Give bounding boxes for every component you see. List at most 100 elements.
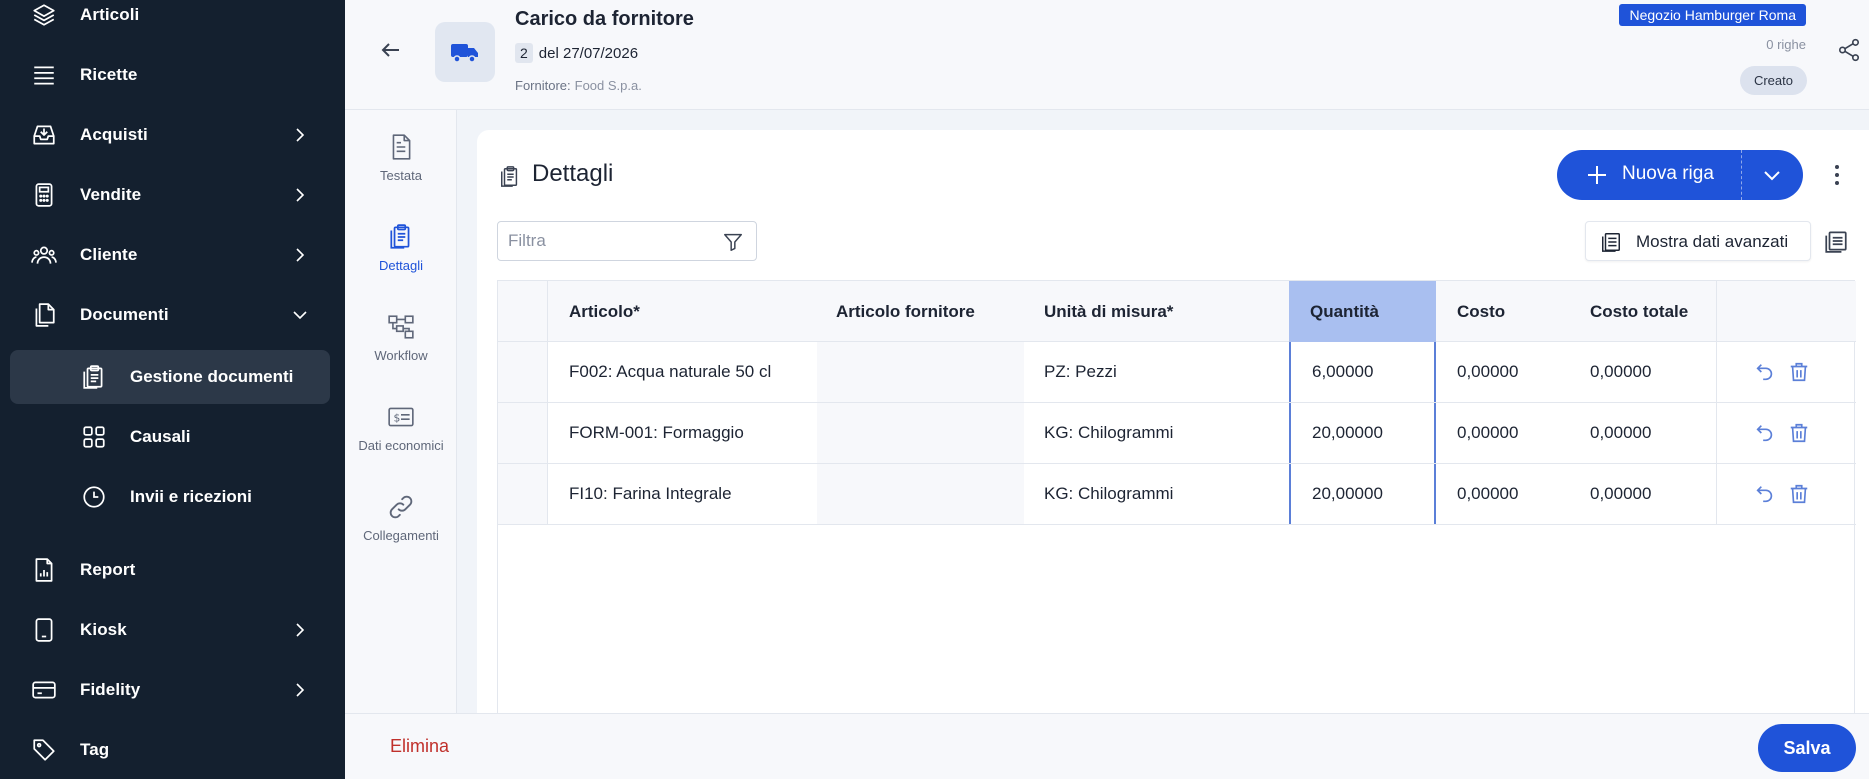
tab-dati-economici[interactable]: $ Dati economici xyxy=(345,380,457,460)
undo-icon[interactable] xyxy=(1752,420,1778,446)
details-table: Articolo* Articolo fornitore Unità di mi… xyxy=(497,280,1856,713)
sidebar-subitem-gestione-documenti[interactable]: Gestione documenti xyxy=(10,350,330,404)
share-icon[interactable] xyxy=(1835,36,1863,64)
table-header: Articolo* Articolo fornitore Unità di mi… xyxy=(498,281,1856,342)
footer-bar: Elimina Salva xyxy=(345,713,1869,779)
cell-costo-totale[interactable]: 0,00000 xyxy=(1569,342,1717,402)
table-row[interactable]: FORM-001: Formaggio KG: Chilogrammi 20,0… xyxy=(498,403,1856,464)
workflow-icon xyxy=(386,312,416,342)
new-row-split-button: Nuova riga xyxy=(1557,150,1803,200)
chevron-down-icon xyxy=(1764,171,1780,181)
sidebar-item-label: Acquisti xyxy=(80,125,148,144)
status-badge: Creato xyxy=(1739,66,1807,95)
cell-articolo-fornitore[interactable] xyxy=(817,403,1024,463)
document-number-badge: 2 xyxy=(515,43,533,63)
sidebar-subitem-label: Gestione documenti xyxy=(130,367,294,386)
document-header: Carico da fornitore 2 del 27/07/2026 For… xyxy=(345,0,1869,110)
column-header-articolo-fornitore[interactable]: Articolo fornitore xyxy=(815,281,1023,342)
row-selector[interactable] xyxy=(498,342,548,402)
svg-text:$: $ xyxy=(393,411,400,424)
table-row[interactable]: FI10: Farina Integrale KG: Chilogrammi 2… xyxy=(498,464,1856,525)
tab-workflow[interactable]: Workflow xyxy=(345,290,457,370)
tab-dettagli[interactable]: Dettagli xyxy=(345,200,457,280)
sidebar-item-label: Ricette xyxy=(80,65,138,84)
cell-costo[interactable]: 0,00000 xyxy=(1436,464,1569,524)
cell-articolo[interactable]: FORM-001: Formaggio xyxy=(548,403,818,463)
tag-icon xyxy=(30,736,58,764)
cell-quantita[interactable]: 20,00000 xyxy=(1289,464,1436,524)
sidebar-item-fidelity[interactable]: Fidelity xyxy=(0,663,345,717)
sidebar-item-documenti[interactable]: Documenti xyxy=(0,288,345,342)
tab-label: Workflow xyxy=(374,348,428,363)
card-icon xyxy=(30,676,58,704)
layers-icon xyxy=(30,1,58,29)
section-title: Dettagli xyxy=(532,160,614,187)
sidebar-subitem-causali[interactable]: Causali xyxy=(10,410,330,464)
sidebar-subitem-label: Causali xyxy=(130,427,191,446)
cell-articolo-fornitore[interactable] xyxy=(817,342,1024,402)
trash-icon[interactable] xyxy=(1786,481,1812,507)
cell-costo-totale[interactable]: 0,00000 xyxy=(1569,403,1717,463)
users-icon xyxy=(30,241,58,269)
sidebar-item-articoli[interactable]: Articoli xyxy=(0,0,345,42)
cell-unita-misura[interactable]: KG: Chilogrammi xyxy=(1023,403,1289,463)
report-icon xyxy=(30,556,58,584)
cell-unita-misura[interactable]: KG: Chilogrammi xyxy=(1023,464,1289,524)
cell-costo-totale[interactable]: 0,00000 xyxy=(1569,464,1717,524)
cell-quantita[interactable]: 20,00000 xyxy=(1289,403,1436,463)
row-selector-header[interactable] xyxy=(498,281,548,342)
more-options-icon[interactable] xyxy=(1825,161,1849,189)
documents-icon xyxy=(30,301,58,329)
column-header-unita-misura[interactable]: Unità di misura* xyxy=(1023,281,1289,342)
sidebar-item-acquisti[interactable]: Acquisti xyxy=(0,108,345,162)
truck-icon xyxy=(435,22,495,82)
tab-testata[interactable]: Testata xyxy=(345,110,457,190)
sidebar-item-ricette[interactable]: Ricette xyxy=(0,48,345,102)
row-selector[interactable] xyxy=(498,464,548,524)
tab-collegamenti[interactable]: Collegamenti xyxy=(345,470,457,550)
table-row[interactable]: F002: Acqua naturale 50 cl PZ: Pezzi 6,0… xyxy=(498,342,1856,403)
sidebar-item-report[interactable]: Report xyxy=(0,543,345,597)
column-header-quantita[interactable]: Quantità xyxy=(1289,281,1436,342)
plus-icon xyxy=(1588,166,1606,184)
column-header-articolo[interactable]: Articolo* xyxy=(548,281,818,342)
new-row-button[interactable]: Nuova riga xyxy=(1557,150,1741,200)
save-button[interactable]: Salva xyxy=(1758,724,1856,772)
cell-costo[interactable]: 0,00000 xyxy=(1436,342,1569,402)
cell-unita-misura[interactable]: PZ: Pezzi xyxy=(1023,342,1289,402)
clipboard-icon xyxy=(80,363,108,391)
trash-icon[interactable] xyxy=(1786,420,1812,446)
sidebar-item-tag[interactable]: Tag xyxy=(0,723,345,777)
filter-input[interactable] xyxy=(508,230,708,252)
sidebar-item-kiosk[interactable]: Kiosk xyxy=(0,603,345,657)
sidebar-item-label: Articoli xyxy=(80,5,140,24)
cell-costo[interactable]: 0,00000 xyxy=(1436,403,1569,463)
show-advanced-button[interactable]: Mostra dati avanzati xyxy=(1585,221,1811,261)
back-button[interactable] xyxy=(375,34,407,66)
cell-quantita[interactable]: 6,00000 xyxy=(1289,342,1436,402)
arrow-left-icon xyxy=(381,43,399,57)
document-icon xyxy=(386,132,416,162)
column-header-costo[interactable]: Costo xyxy=(1436,281,1569,342)
sidebar-subitem-invii-ricezioni[interactable]: Invii e ricezioni xyxy=(10,470,330,524)
cell-articolo[interactable]: F002: Acqua naturale 50 cl xyxy=(548,342,818,402)
undo-icon[interactable] xyxy=(1752,359,1778,385)
undo-icon[interactable] xyxy=(1752,481,1778,507)
filter-icon[interactable] xyxy=(722,231,744,253)
sidebar-item-vendite[interactable]: Vendite xyxy=(0,168,345,222)
chevron-right-icon xyxy=(293,683,307,697)
cell-articolo-fornitore[interactable] xyxy=(817,464,1024,524)
document-date: del 27/07/2026 xyxy=(538,44,639,62)
chevron-right-icon xyxy=(293,188,307,202)
supplier-value: Food S.p.a. xyxy=(574,78,642,93)
filter-field[interactable] xyxy=(497,221,757,261)
tab-label: Collegamenti xyxy=(363,528,439,543)
cell-articolo[interactable]: FI10: Farina Integrale xyxy=(548,464,818,524)
delete-button[interactable]: Elimina xyxy=(390,736,449,757)
column-header-costo-totale[interactable]: Costo totale xyxy=(1569,281,1717,342)
new-row-menu-button[interactable] xyxy=(1742,150,1803,200)
columns-settings-icon[interactable] xyxy=(1823,228,1849,254)
row-selector[interactable] xyxy=(498,403,548,463)
sidebar-item-cliente[interactable]: Cliente xyxy=(0,228,345,282)
trash-icon[interactable] xyxy=(1786,359,1812,385)
